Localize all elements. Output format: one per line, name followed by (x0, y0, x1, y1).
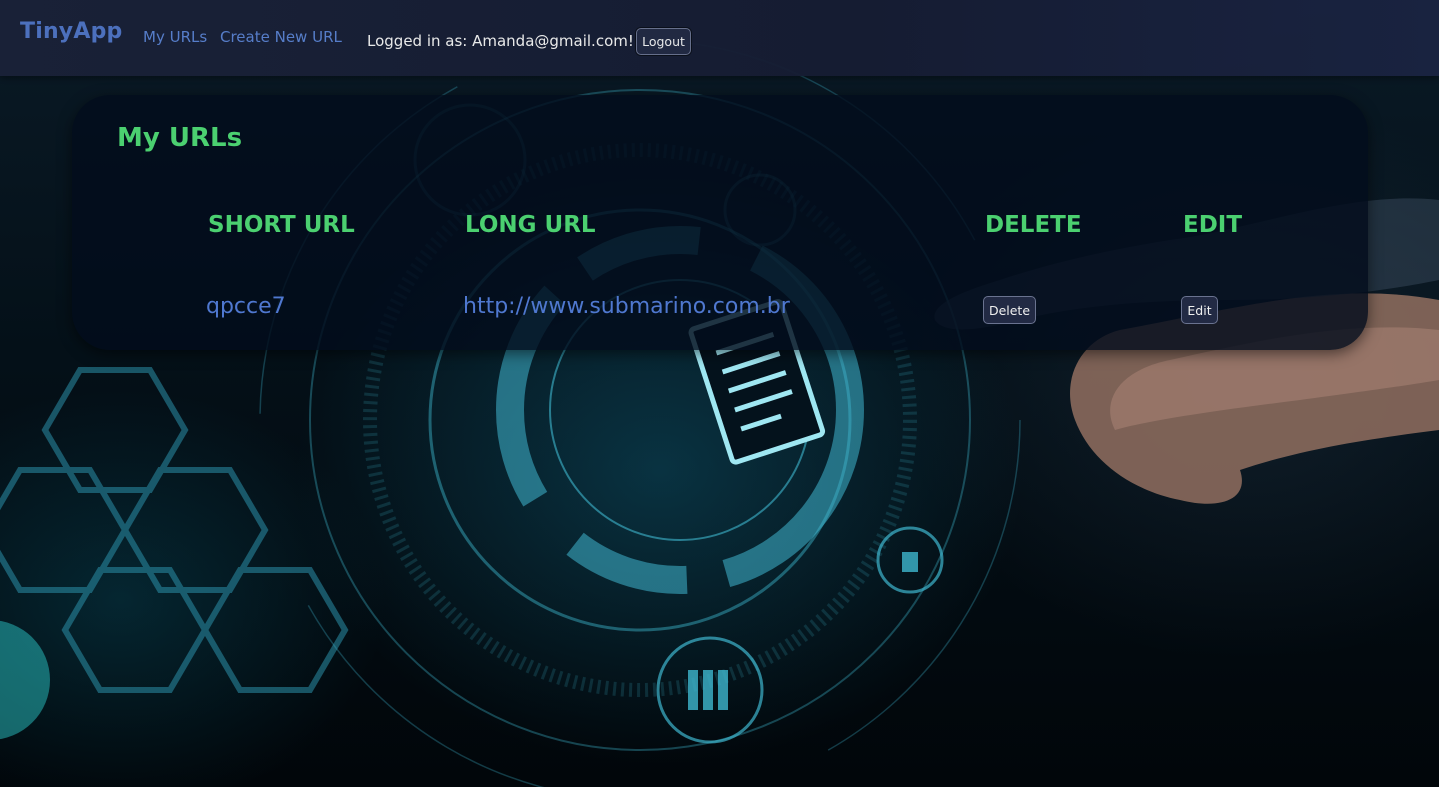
brand-logo[interactable]: TinyApp (20, 19, 122, 44)
nav-link-create-new-url[interactable]: Create New URL (220, 28, 342, 46)
header-short-url: SHORT URL (208, 212, 355, 238)
edit-button[interactable]: Edit (1181, 296, 1218, 324)
page-title: My URLs (117, 123, 243, 153)
header-delete: DELETE (985, 212, 1082, 238)
urls-panel: My URLs SHORT URL LONG URL DELETE EDIT q… (72, 95, 1368, 350)
header-long-url: LONG URL (465, 212, 596, 238)
logged-in-text: Logged in as: Amanda@gmail.com! (367, 32, 634, 50)
delete-button[interactable]: Delete (983, 296, 1036, 324)
short-url-cell: qpcce7 (206, 294, 286, 319)
header-edit: EDIT (1183, 212, 1243, 238)
long-url-link[interactable]: http://www.submarino.com.br (463, 294, 790, 319)
navbar: TinyApp My URLs Create New URL Logged in… (0, 0, 1439, 76)
nav-link-my-urls[interactable]: My URLs (143, 28, 207, 46)
logout-button[interactable]: Logout (636, 28, 691, 55)
